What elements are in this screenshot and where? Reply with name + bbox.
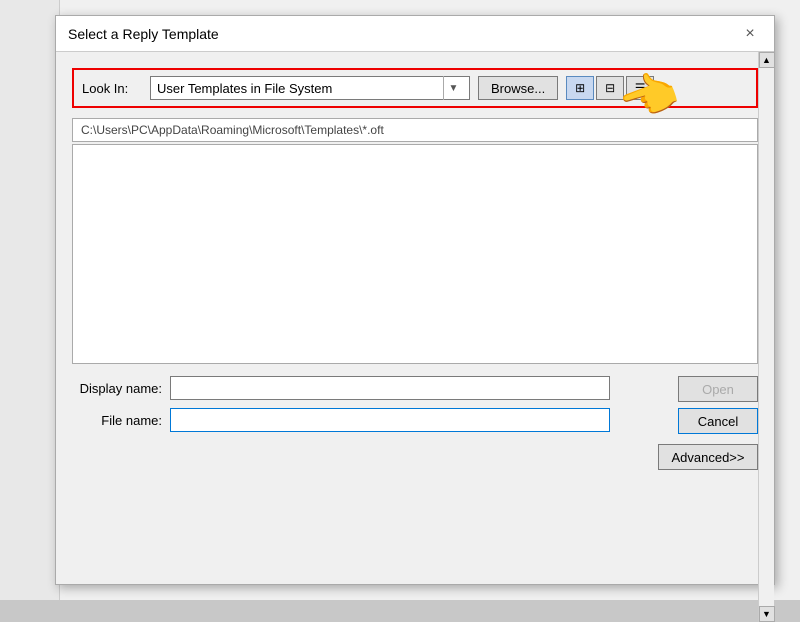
bottom-row: Advanced>>: [72, 444, 758, 470]
form-fields: Display name: File name:: [72, 376, 670, 440]
display-name-label: Display name:: [72, 381, 162, 396]
file-name-row: File name:: [72, 408, 670, 432]
scrollbar-down-button[interactable]: ▼: [759, 606, 775, 622]
view-list-button[interactable]: ☰: [626, 76, 654, 100]
scrollbar-up-button[interactable]: ▲: [759, 52, 775, 68]
close-button[interactable]: ×: [738, 22, 762, 46]
left-panel: [0, 0, 60, 600]
dialog-title: Select a Reply Template: [68, 26, 219, 42]
fields-and-buttons: Display name: File name: Open Cancel: [72, 376, 758, 440]
view-large-icons-button[interactable]: ⊞: [566, 76, 594, 100]
advanced-button[interactable]: Advanced>>: [658, 444, 758, 470]
display-name-row: Display name:: [72, 376, 670, 400]
file-name-input[interactable]: [170, 408, 610, 432]
browse-button[interactable]: Browse...: [478, 76, 558, 100]
display-name-input[interactable]: [170, 376, 610, 400]
look-in-row: Look In: User Templates in File System ▼…: [72, 68, 758, 108]
scrollbar[interactable]: ▲ ▼: [758, 52, 774, 622]
dialog-title-bar: Select a Reply Template ×: [56, 16, 774, 52]
file-name-label: File name:: [72, 413, 162, 428]
file-path-bar: C:\Users\PC\AppData\Roaming\Microsoft\Te…: [72, 118, 758, 142]
view-buttons-group: ⊞ ⊟ ☰: [566, 76, 654, 100]
open-button[interactable]: Open: [678, 376, 758, 402]
look-in-label: Look In:: [82, 81, 142, 96]
file-list-area[interactable]: [72, 144, 758, 364]
view-small-icons-button[interactable]: ⊟: [596, 76, 624, 100]
cancel-button[interactable]: Cancel: [678, 408, 758, 434]
select-reply-template-dialog: Select a Reply Template × Look In: User …: [55, 15, 775, 585]
dialog-content: Look In: User Templates in File System ▼…: [56, 52, 774, 482]
action-buttons: Open Cancel: [678, 376, 758, 434]
chevron-down-icon: ▼: [443, 76, 463, 100]
look-in-dropdown[interactable]: User Templates in File System ▼: [150, 76, 470, 100]
look-in-selected-value: User Templates in File System: [157, 81, 443, 96]
